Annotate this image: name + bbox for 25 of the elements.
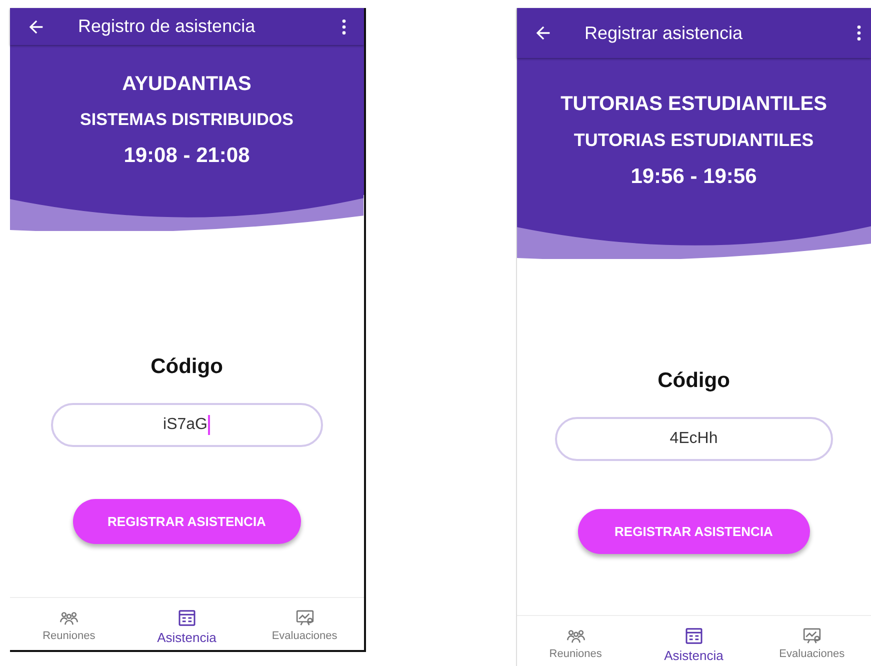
nav-tab[interactable]: Evaluaciones bbox=[254, 598, 355, 650]
code-label: Código bbox=[658, 369, 730, 393]
code-field[interactable]: 4EcHh bbox=[554, 417, 833, 461]
code-field[interactable]: iS7aG bbox=[50, 403, 323, 447]
screen-title: Registrar asistencia bbox=[584, 22, 744, 44]
register-button[interactable]: REGISTRAR ASISTENCIA bbox=[578, 509, 810, 554]
calendar-icon bbox=[176, 608, 197, 628]
time-range: 19:08 - 21:08 bbox=[124, 144, 250, 168]
nav-tab[interactable]: Evaluaciones bbox=[762, 616, 862, 666]
presentation-chart-icon bbox=[802, 626, 822, 646]
nav-tab[interactable]: Asistencia bbox=[136, 598, 237, 650]
subject-title: TUTORIAS ESTUDIANTILES bbox=[574, 130, 814, 150]
calendar-icon bbox=[684, 626, 704, 646]
nav-tab[interactable]: Reuniones bbox=[526, 616, 626, 666]
nav-tab[interactable]: Asistencia bbox=[644, 616, 744, 666]
subject-title: SISTEMAS DISTRIBUIDOS bbox=[80, 110, 294, 130]
time-range: 19:56 - 19:56 bbox=[630, 164, 757, 188]
screen-title: Registro de asistencia bbox=[78, 16, 256, 37]
register-button[interactable]: REGISTRAR ASISTENCIA bbox=[72, 499, 301, 544]
code-label: Código bbox=[150, 355, 223, 379]
nav-tab[interactable]: Reuniones bbox=[18, 598, 119, 650]
presentation-chart-icon bbox=[294, 608, 315, 628]
category-title: AYUDANTIAS bbox=[122, 72, 252, 96]
text-cursor bbox=[208, 415, 210, 435]
category-title: TUTORIAS ESTUDIANTILES bbox=[560, 92, 827, 116]
